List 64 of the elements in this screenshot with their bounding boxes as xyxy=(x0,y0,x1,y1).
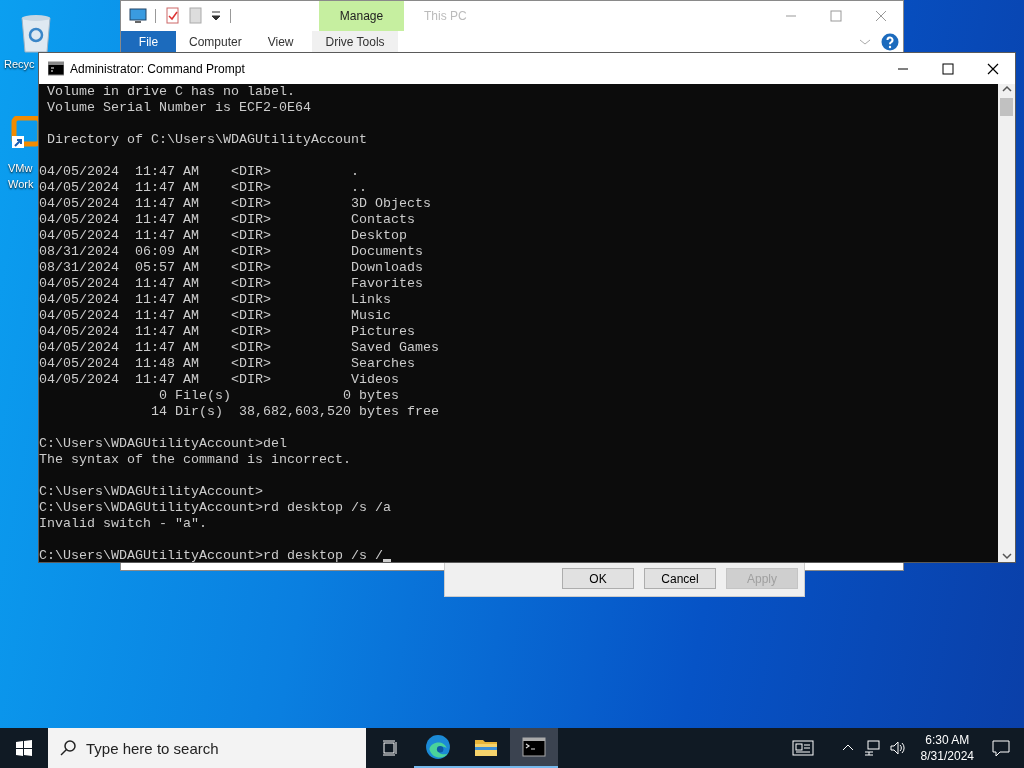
console-line: 14 Dir(s) 38,682,603,520 bytes free xyxy=(149,404,439,420)
console-line: 04/05/2024 11:47 AM <DIR> 3D Objects xyxy=(39,196,431,212)
ribbon-tab[interactable]: View xyxy=(254,31,307,53)
console-line: 04/05/2024 11:47 AM <DIR> Desktop xyxy=(39,228,407,244)
network-icon xyxy=(863,740,880,756)
console-line: Volume in drive C has no label. xyxy=(46,84,295,100)
help-icon xyxy=(881,33,899,51)
search-field[interactable]: Type here to search xyxy=(48,728,366,768)
window-title: This PC xyxy=(424,9,467,23)
edge-icon xyxy=(425,734,451,760)
dropdown-icon xyxy=(210,9,222,23)
chevron-down-icon xyxy=(859,38,871,46)
close-icon xyxy=(986,62,999,75)
console-line: 04/05/2024 11:47 AM <DIR> . xyxy=(39,164,359,180)
speech-bubble-icon xyxy=(992,739,1010,757)
console-line: 08/31/2024 05:57 AM <DIR> Downloads xyxy=(39,260,423,276)
console-line: C:\Users\WDAGUtilityAccount>rd desktop /s / xyxy=(39,548,383,562)
task-view-icon xyxy=(382,740,398,756)
console-line: The syntax of the command is incorrect. xyxy=(39,452,351,468)
console-icon xyxy=(48,60,64,77)
ribbon-tab[interactable]: Drive Tools xyxy=(312,31,398,53)
window-title: Administrator: Command Prompt xyxy=(70,61,245,76)
console-line: C:\Users\WDAGUtilityAccount> xyxy=(39,484,263,500)
ribbon-tab[interactable]: Computer xyxy=(176,31,255,53)
console-line: 04/05/2024 11:47 AM <DIR> .. xyxy=(39,180,367,196)
taskbar-app[interactable] xyxy=(510,728,558,768)
dialog-button[interactable]: OK xyxy=(562,568,634,589)
console-line: 04/05/2024 11:47 AM <DIR> Pictures xyxy=(39,324,415,340)
console-line: 04/05/2024 11:47 AM <DIR> Contacts xyxy=(39,212,415,228)
clock[interactable]: 6:30 AM 8/31/2024 xyxy=(910,732,984,764)
console-line: 04/05/2024 11:47 AM <DIR> Links xyxy=(39,292,391,308)
console-line: 04/05/2024 11:47 AM <DIR> Saved Games xyxy=(39,340,439,356)
scrollbar[interactable] xyxy=(998,84,1015,562)
console-line: 04/05/2024 11:48 AM <DIR> Searches xyxy=(39,356,415,372)
console-line: C:\Users\WDAGUtilityAccount>del xyxy=(39,436,287,452)
scrollbar-thumb[interactable] xyxy=(1000,98,1013,116)
console-icon xyxy=(522,735,546,759)
console-line: 04/05/2024 11:47 AM <DIR> Music xyxy=(39,308,391,324)
maximize-icon xyxy=(941,62,954,75)
speaker-icon xyxy=(889,740,906,756)
console-line: Directory of C:\Users\WDAGUtilityAccount xyxy=(46,132,367,148)
icon-label: Recyc xyxy=(4,57,35,72)
console-line: 04/05/2024 11:47 AM <DIR> Favorites xyxy=(39,276,423,292)
console-line: Volume Serial Number is ECF2-0E64 xyxy=(46,100,311,116)
console-line: 0 File(s) 0 bytes xyxy=(157,388,399,404)
icon-label: VMw xyxy=(8,161,34,176)
ribbon-tab[interactable]: File xyxy=(121,31,176,53)
windows-logo-icon xyxy=(16,740,32,756)
console-line: Invalid switch - "a". xyxy=(39,516,207,532)
document-icon xyxy=(188,7,202,25)
close-icon xyxy=(874,10,887,22)
search-icon xyxy=(60,740,76,756)
console-line: 08/31/2024 06:09 AM <DIR> Documents xyxy=(39,244,423,260)
maximize-icon xyxy=(829,10,842,22)
news-icon xyxy=(791,739,814,757)
tab-group-label: Manage xyxy=(319,1,404,31)
scroll-down-icon xyxy=(1000,550,1013,562)
text-cursor xyxy=(382,559,391,562)
console-line: 04/05/2024 11:47 AM <DIR> Videos xyxy=(39,372,399,388)
properties-icon xyxy=(164,7,180,25)
dialog-button[interactable]: Cancel xyxy=(644,568,716,589)
console-line: C:\Users\WDAGUtilityAccount>rd desktop /s /a xyxy=(39,500,391,516)
computer-icon xyxy=(129,7,147,25)
icon-label: Work xyxy=(8,177,34,192)
